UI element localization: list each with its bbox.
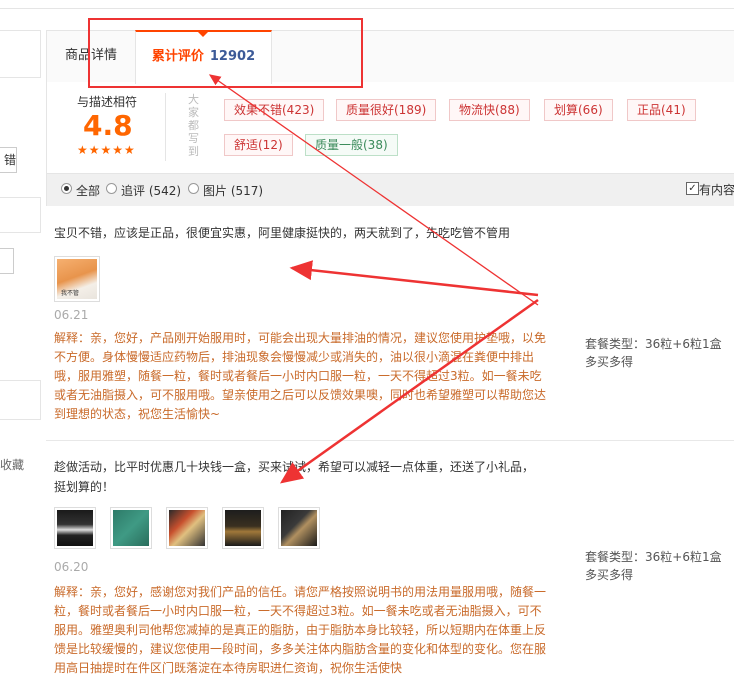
annotation-arrow <box>279 298 539 484</box>
annotation-arrows <box>208 74 539 484</box>
annotation-arrow <box>208 74 539 306</box>
annotation-arrow <box>289 260 539 297</box>
